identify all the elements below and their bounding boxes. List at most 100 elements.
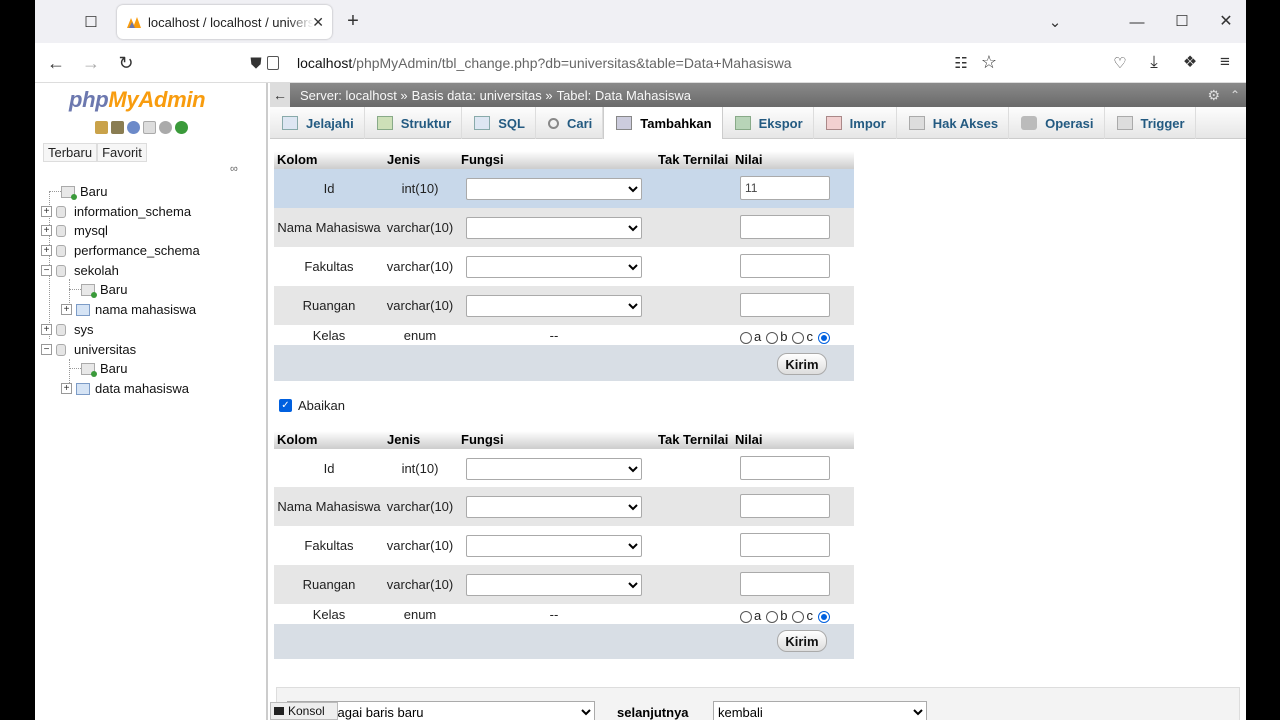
radio-option-b[interactable]: b <box>766 329 787 344</box>
reader-view-icon[interactable]: ☷ <box>951 53 971 73</box>
value-input[interactable] <box>740 215 830 239</box>
tab-sql[interactable]: SQL <box>462 107 536 139</box>
function-select[interactable] <box>466 535 642 557</box>
tree-item-sekolah-new[interactable]: Baru <box>81 282 127 298</box>
breadcrumb-server[interactable]: Server: localhost » <box>300 88 408 103</box>
function-select[interactable] <box>466 178 642 200</box>
import-icon <box>825 116 842 130</box>
column-name: Fakultas <box>304 259 354 274</box>
close-window-icon[interactable]: ✕ <box>1216 11 1236 31</box>
value-input[interactable] <box>740 254 830 278</box>
expand-icon[interactable]: + <box>41 324 52 335</box>
tab-triggers[interactable]: Trigger <box>1105 107 1196 139</box>
function-select[interactable] <box>466 295 642 317</box>
close-tab-icon[interactable]: ✕ <box>312 14 324 31</box>
function-select[interactable] <box>466 256 642 278</box>
tree-item-nama-mahasiswa[interactable]: + nama mahasiswa <box>61 302 196 317</box>
expand-icon[interactable]: + <box>41 225 52 236</box>
tab-structure[interactable]: Struktur <box>365 107 463 139</box>
value-input[interactable] <box>740 533 830 557</box>
breadcrumb-table[interactable]: Tabel: Data Mahasiswa <box>557 88 691 103</box>
function-select[interactable] <box>466 458 642 480</box>
extensions-icon[interactable]: ❖ <box>1180 52 1200 72</box>
radio-option-c[interactable]: c <box>792 608 813 623</box>
home-icon[interactable] <box>95 121 108 134</box>
column-name: Nama Mahasiswa <box>277 499 381 514</box>
function-select[interactable] <box>466 217 642 239</box>
value-input[interactable] <box>740 572 830 596</box>
expand-icon[interactable]: + <box>61 383 72 394</box>
bookmark-star-icon[interactable]: ☆ <box>979 52 999 72</box>
expand-icon[interactable]: + <box>61 304 72 315</box>
collapse-icon[interactable]: − <box>41 265 52 276</box>
collapse-icon[interactable]: − <box>41 344 52 355</box>
expand-icon[interactable]: + <box>41 206 52 217</box>
tab-search[interactable]: Cari <box>536 107 604 139</box>
submit-button[interactable]: Kirim <box>777 630 827 652</box>
checkbox-checked-icon[interactable]: ✓ <box>279 399 292 412</box>
tab-privileges[interactable]: Hak Akses <box>897 107 1010 139</box>
pocket-icon[interactable]: ♡ <box>1110 53 1130 73</box>
maximize-icon[interactable]: ☐ <box>1172 11 1192 31</box>
menu-icon[interactable]: ≡ <box>1215 52 1235 72</box>
radio-option-a[interactable]: a <box>740 608 761 623</box>
tree-item-sekolah[interactable]: − sekolah <box>41 263 119 278</box>
tab-browse[interactable]: Jelajahi <box>270 107 365 139</box>
radio-option-empty[interactable] <box>817 329 832 344</box>
favorites-tab[interactable]: Favorit <box>97 143 147 162</box>
tab-insert[interactable]: Tambahkan <box>603 107 723 139</box>
tree-item-new[interactable]: Baru <box>61 184 107 200</box>
tab-export[interactable]: Ekspor <box>723 107 814 139</box>
tree-item-mysql[interactable]: + mysql <box>41 223 108 238</box>
tab-overflow-chevron-icon[interactable]: ⌄ <box>1045 12 1065 32</box>
collapse-nav-icon[interactable]: ← <box>270 83 290 107</box>
radio-option-empty[interactable] <box>817 608 832 623</box>
database-icon <box>56 224 66 237</box>
new-tab-icon[interactable]: + <box>343 10 363 32</box>
value-input[interactable] <box>740 494 830 518</box>
reload-icon[interactable]: ↻ <box>115 52 137 74</box>
breadcrumb-database[interactable]: Basis data: universitas » <box>412 88 553 103</box>
radio-option-a[interactable]: a <box>740 329 761 344</box>
minimize-icon[interactable]: ― <box>1127 12 1147 32</box>
radio-option-b[interactable]: b <box>766 608 787 623</box>
tree-item-performance-schema[interactable]: + performance_schema <box>41 243 200 258</box>
help-icon[interactable] <box>127 121 140 134</box>
tree-item-sys[interactable]: + sys <box>41 322 94 337</box>
tree-item-information-schema[interactable]: + information_schema <box>41 204 191 219</box>
back-icon[interactable]: ← <box>45 52 67 74</box>
tab-operations[interactable]: Operasi <box>1009 107 1105 139</box>
value-input[interactable] <box>740 176 830 200</box>
tree-item-data-mahasiswa[interactable]: + data mahasiswa <box>61 381 189 396</box>
phpmyadmin-logo[interactable]: phpMyAdmin <box>69 87 206 113</box>
console-toggle[interactable]: Konsol <box>270 702 338 720</box>
tab-import[interactable]: Impor <box>814 107 897 139</box>
logout-icon[interactable] <box>111 121 124 134</box>
refresh-icon[interactable] <box>175 121 188 134</box>
value-input[interactable] <box>740 293 830 317</box>
shield-icon[interactable]: ⛊ <box>246 53 266 73</box>
browser-tab[interactable]: localhost / localhost / universitas ✕ <box>117 5 332 39</box>
expand-icon[interactable]: + <box>41 245 52 256</box>
tab-list-icon[interactable]: ☐ <box>81 12 101 32</box>
tree-item-universitas[interactable]: − universitas <box>41 342 136 357</box>
header-type: Jenis <box>387 432 421 447</box>
gear-icon[interactable]: ⚙ <box>1207 87 1220 104</box>
docs-icon[interactable] <box>143 121 156 134</box>
collapse-top-icon[interactable]: ⌃ <box>1230 88 1240 102</box>
link-chain-icon[interactable]: ∞ <box>230 163 238 175</box>
value-input[interactable] <box>740 456 830 480</box>
tree-item-universitas-new[interactable]: Baru <box>81 361 127 377</box>
submit-button[interactable]: Kirim <box>777 353 827 375</box>
forward-icon[interactable]: → <box>80 52 102 74</box>
function-select[interactable] <box>466 496 642 518</box>
radio-option-c[interactable]: c <box>792 329 813 344</box>
next-action-select[interactable]: kembali <box>713 701 927 720</box>
function-select[interactable] <box>466 574 642 596</box>
header-function: Fungsi <box>461 152 504 167</box>
address-bar[interactable]: localhost /phpMyAdmin/tbl_change.php?db=… <box>267 47 1067 79</box>
settings-icon[interactable] <box>159 121 172 134</box>
ignore-checkbox[interactable]: ✓ Abaikan <box>279 398 345 413</box>
recent-tab[interactable]: Terbaru <box>43 143 98 162</box>
download-icon[interactable]: ⤓ <box>1144 52 1164 72</box>
